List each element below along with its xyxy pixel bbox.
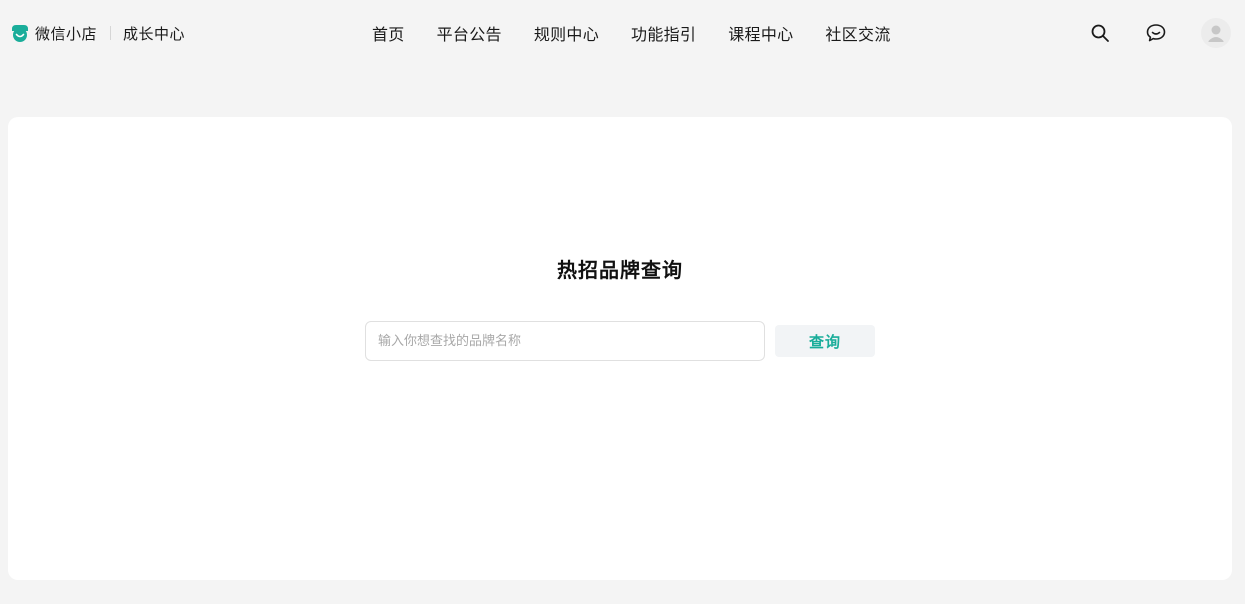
nav-item-home[interactable]: 首页 [372,21,405,45]
nav-item-announcements[interactable]: 平台公告 [437,21,502,45]
nav-item-guides[interactable]: 功能指引 [631,21,696,45]
brand[interactable]: 微信小店 成长中心 [10,22,185,44]
top-navigation-bar: 微信小店 成长中心 首页 平台公告 规则中心 功能指引 课程中心 社区交流 [0,0,1245,66]
brand-subtitle: 成长中心 [123,24,186,43]
brand-divider [110,26,112,40]
brand-search-input[interactable] [365,321,765,361]
user-avatar-icon[interactable] [1201,18,1231,48]
main-nav: 首页 平台公告 规则中心 功能指引 课程中心 社区交流 [372,22,923,44]
query-button[interactable]: 查询 [775,325,875,357]
wechat-shop-logo-icon [10,23,30,43]
brand-name: 微信小店 [35,24,98,43]
nav-item-community[interactable]: 社区交流 [825,21,890,45]
nav-item-rules[interactable]: 规则中心 [534,21,599,45]
chat-bubble-icon[interactable] [1145,22,1167,44]
page-title: 热招品牌查询 [557,258,683,282]
search-icon[interactable] [1089,22,1111,44]
nav-item-courses[interactable]: 课程中心 [728,21,793,45]
